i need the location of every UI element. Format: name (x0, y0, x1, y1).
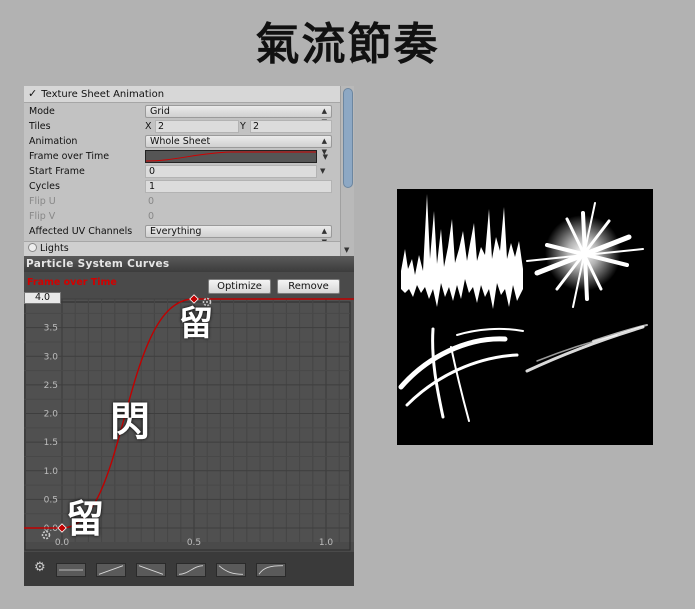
flip-v-input: 0 (148, 211, 155, 222)
cycles-input[interactable]: 1 (145, 180, 332, 193)
dropdown-value: Whole Sheet (150, 136, 211, 147)
row-label: Animation (29, 136, 78, 147)
y-tick-label: 3.5 (44, 324, 58, 334)
curve-dropdown-arrow-icon[interactable]: ▼ (323, 151, 328, 163)
y-max-field[interactable]: 4.0 (24, 292, 61, 304)
field-value: 1 (149, 181, 156, 192)
y-tick-label: 2.0 (44, 410, 59, 420)
curve-preset-button[interactable] (56, 563, 86, 577)
row-label: Cycles (29, 181, 60, 192)
inspector-panel: ✓ Texture Sheet Animation Mode Grid ▲▼ T… (24, 86, 354, 256)
curve-name-label: Frame over Time (27, 277, 117, 288)
curve-preset-button[interactable] (96, 563, 126, 577)
x-tick-label: 0.5 (187, 538, 201, 548)
annotation-hold-bottom: 留 (66, 497, 105, 541)
y-tick-label: 1.5 (44, 438, 58, 448)
module-header-lights[interactable]: Lights (24, 241, 340, 256)
texture-sheet-image (398, 194, 648, 422)
row-cycles: Cycles 1 (24, 179, 340, 194)
y-tick-label: 3.0 (44, 352, 59, 362)
mode-dropdown[interactable]: Grid ▲▼ (145, 105, 332, 126)
frame-over-time-curve-field[interactable]: ▼ (145, 150, 328, 163)
tiles-y-input[interactable]: 2 (250, 120, 332, 133)
animation-dropdown[interactable]: Whole Sheet ▲ ▼ (145, 135, 332, 156)
row-flip-u: Flip U 0 (24, 194, 340, 209)
curve-preset-button[interactable] (176, 563, 206, 577)
row-label: Flip V (29, 211, 56, 222)
lights-enable-toggle[interactable] (28, 243, 37, 252)
row-frame-over-time: Frame over Time ▼ (24, 149, 340, 164)
row-tiles: Tiles X 2 Y 2 (24, 119, 340, 134)
curve-thumbnail (145, 151, 316, 162)
row-affected-uv-channels: Affected UV Channels Everything ▲▼ (24, 224, 340, 246)
curves-panel-title: Particle System Curves (24, 256, 354, 272)
curve-preset-button[interactable] (136, 563, 166, 577)
row-mode: Mode Grid ▲▼ (24, 104, 340, 126)
start-frame-dropdown-arrow-icon[interactable]: ▼ (320, 164, 325, 179)
curve-editor[interactable]: 3.5 3.0 2.5 2.0 1.5 1.0 0.5 0.0 0.0 0.5 1.0 Frame … (24, 272, 354, 552)
y-tick-label: 1.0 (44, 467, 59, 477)
x-tick-label: 1.0 (319, 538, 334, 548)
row-animation: Animation Whole Sheet ▲ ▼ (24, 134, 340, 156)
module-enabled-checkbox[interactable]: ✓ (28, 86, 38, 102)
flip-u-input: 0 (148, 196, 155, 207)
field-value: 0 (149, 166, 156, 177)
curve-presets-bar: ⚙ (24, 554, 354, 586)
tiles-y-label: Y (240, 121, 246, 132)
tile-streaks (525, 324, 648, 373)
annotation-hold-top: 留 (179, 304, 213, 344)
particle-system-curves-panel: Particle System Curves 3.5 3.0 2.5 2.0 1.5 1.… (24, 256, 354, 586)
dropdown-value: Everything (150, 226, 202, 237)
row-flip-v: Flip V 0 (24, 209, 340, 224)
scrollbar-thumb[interactable] (343, 88, 353, 188)
remove-button[interactable]: Remove (277, 279, 340, 294)
curve-preset-button[interactable] (256, 563, 286, 577)
tiles-x-input[interactable]: 2 (155, 120, 239, 133)
tile-wave (401, 194, 523, 309)
row-label: Flip U (29, 196, 56, 207)
uv-channels-dropdown[interactable]: Everything ▲▼ (145, 225, 332, 246)
y-tick-label: 2.5 (44, 381, 58, 391)
optimize-button[interactable]: Optimize (208, 279, 271, 294)
row-label: Affected UV Channels (29, 226, 133, 237)
tile-starburst (526, 202, 644, 308)
row-label: Tiles (29, 121, 51, 132)
dropdown-value: Grid (150, 106, 170, 117)
module-title: Lights (40, 243, 69, 254)
tile-slashes (398, 327, 524, 422)
page-title: 氣流節奏 (255, 19, 440, 70)
row-label: Frame over Time (29, 151, 110, 162)
row-start-frame: Start Frame 0 ▼ (24, 164, 340, 179)
curve-preset-button[interactable] (216, 563, 246, 577)
scroll-down-arrow-icon[interactable]: ▼ (344, 246, 349, 254)
presets-gear-icon[interactable]: ⚙ (34, 560, 46, 575)
start-frame-input[interactable]: 0 (145, 165, 317, 178)
tiles-x-label: X (145, 121, 152, 132)
module-title: Texture Sheet Animation (41, 89, 165, 100)
inspector-scrollbar[interactable]: ▼ (340, 86, 354, 256)
y-tick-label: 0.0 (44, 524, 59, 534)
y-tick-label: 0.5 (44, 495, 58, 505)
module-header-texture-sheet-animation[interactable]: ✓ Texture Sheet Animation (24, 86, 340, 103)
annotation-flash: 閃 (110, 399, 150, 445)
row-label: Start Frame (29, 166, 85, 177)
row-label: Mode (29, 106, 55, 117)
airflow-texture-preview (397, 189, 653, 445)
